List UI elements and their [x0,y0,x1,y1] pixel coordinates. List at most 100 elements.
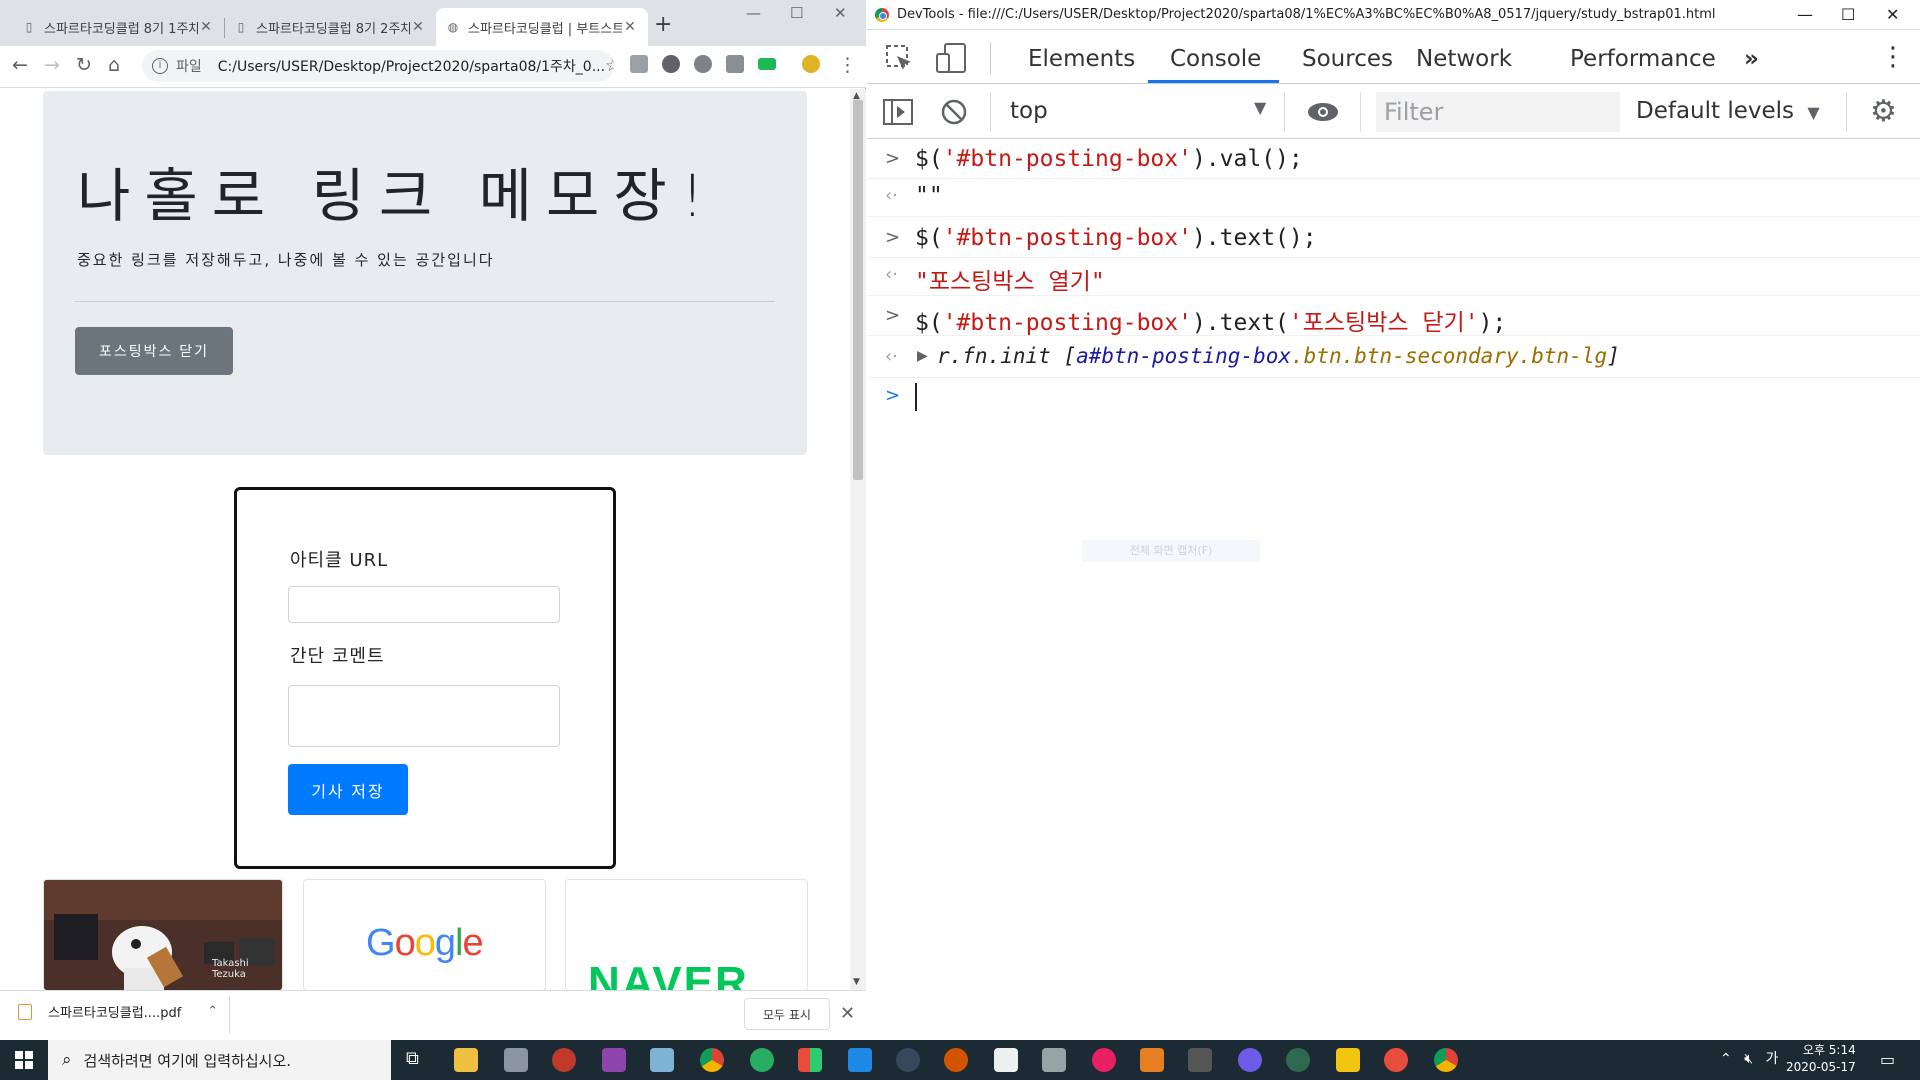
home-icon[interactable]: ⌂ [108,54,120,76]
maximize-icon[interactable]: ☐ [1841,5,1855,24]
page-title: 나홀로 링크 메모장! [77,162,719,230]
comment-textarea[interactable] [288,685,560,747]
minimize-icon[interactable]: — [746,4,761,22]
minimize-icon[interactable]: — [1797,5,1813,24]
output-arrow-icon: ‹· [885,264,898,285]
devtools-menu-icon[interactable]: ⋮ [1880,42,1906,72]
chrome-app-icon-active[interactable] [1434,1048,1458,1072]
prompt-chevron-icon: > [885,385,901,406]
start-button[interactable] [0,1040,48,1080]
task-view-icon[interactable]: ⧉ [406,1048,419,1069]
search-placeholder: 검색하려면 여기에 입력하십시오. [83,1051,292,1070]
taskbar-clock[interactable]: 오후 5:14 2020-05-17 [1786,1042,1856,1076]
profile-avatar[interactable] [802,55,820,73]
card-naver[interactable]: NAVER [565,879,808,990]
expand-triangle-icon[interactable]: ▶ [917,348,928,364]
volume-mute-icon[interactable]: 🔇︎ [1744,1051,1753,1067]
notifications-icon[interactable]: ▭ [1880,1050,1895,1069]
posting-box-toggle-button[interactable]: 포스팅박스 닫기 [75,327,233,375]
close-window-icon[interactable]: ✕ [834,4,847,22]
app-icon[interactable] [750,1048,774,1072]
tab-elements[interactable]: Elements [1028,46,1135,72]
article-url-input[interactable] [288,586,560,623]
vscode-icon[interactable] [848,1048,872,1072]
chrome-app-icon[interactable] [700,1048,724,1072]
terminal-icon[interactable] [1188,1048,1212,1072]
console-filter-input[interactable]: Filter [1376,92,1620,132]
app-icon[interactable] [798,1048,822,1072]
maximize-icon[interactable]: ☐ [790,4,803,22]
close-tab-icon[interactable]: ✕ [410,19,426,35]
console-output: "포스팅박스 열기" [915,269,1105,295]
inspect-element-icon[interactable] [885,44,915,74]
app-icon[interactable] [1042,1048,1066,1072]
context-selector[interactable]: top ▼ [1010,98,1270,126]
app-icon[interactable] [650,1048,674,1072]
tab-console[interactable]: Console [1170,46,1261,72]
show-all-downloads-button[interactable]: 모두 표시 [744,998,830,1030]
chrome-menu-icon[interactable]: ⋮ [838,54,857,76]
clear-console-icon[interactable] [940,98,968,126]
device-toolbar-icon[interactable] [935,42,969,74]
app-icon[interactable] [1384,1048,1408,1072]
forward-icon[interactable]: → [44,54,60,76]
scroll-down-icon[interactable]: ▼ [853,977,860,987]
extension-icon[interactable] [630,55,648,73]
output-bracket: [ [1063,344,1077,368]
skype-extension-icon[interactable] [662,55,680,73]
settings-app-icon[interactable] [552,1048,576,1072]
close-window-icon[interactable]: ✕ [1886,5,1899,24]
code-token: ).text(); [1191,225,1317,251]
app-icon[interactable] [1286,1048,1310,1072]
back-icon[interactable]: ← [12,54,28,76]
extension-icon[interactable] [726,55,744,73]
file-explorer-icon[interactable] [454,1048,478,1072]
tab-performance[interactable]: Performance [1570,46,1716,72]
app-icon[interactable] [1140,1048,1164,1072]
slack-icon[interactable] [1092,1048,1116,1072]
live-expression-eye-icon[interactable] [1306,100,1340,124]
dropdown-arrow-icon: ▼ [1807,103,1820,122]
browser-tab-3-active[interactable]: ◍ 스파르타코딩클럽 | 부트스트랩 ✕ [436,8,648,46]
tab-title: 스파르타코딩클럽 | 부트스트랩 [468,21,622,37]
card-thumbnail-1[interactable]: Takashi Tezuka [43,879,283,990]
console-prompt-line[interactable]: > [867,381,1920,417]
close-tab-icon[interactable]: ✕ [622,19,638,35]
powerpoint-icon[interactable] [944,1048,968,1072]
taskbar-search-box[interactable]: ⌕ 검색하려면 여기에 입력하십시오. [48,1040,391,1080]
chevron-up-icon[interactable]: ⌃ [207,1004,218,1019]
browser-tab-1[interactable]: ▯ 스파르타코딩클럽 8기 1주차 ✕ [12,8,224,46]
console-settings-gear-icon[interactable]: ⚙ [1870,94,1897,129]
console-input: $('#btn-posting-box').text('포스팅박스 닫기'); [915,303,1506,337]
card-google[interactable]: Google [303,879,546,990]
chevron-up-icon[interactable]: ⌃ [1720,1051,1732,1067]
code-token: ); [1478,310,1507,336]
extension-icon[interactable] [758,58,776,70]
code-token: $( [915,225,943,251]
address-bar[interactable]: i 파일 C:/Users/USER/Desktop/Project2020/s… [142,50,614,82]
tab-sources[interactable]: Sources [1302,46,1393,72]
ime-indicator[interactable]: 가 [1765,1051,1778,1067]
visual-studio-icon[interactable] [602,1048,626,1072]
close-tab-icon[interactable]: ✕ [198,19,214,35]
scrollbar-thumb[interactable] [853,100,863,480]
extension-icon[interactable] [694,55,712,73]
app-icon[interactable] [1336,1048,1360,1072]
app-icon[interactable] [1238,1048,1262,1072]
app-icon[interactable] [896,1048,920,1072]
reload-icon[interactable]: ↻ [76,54,92,76]
camera-app-icon[interactable] [504,1048,528,1072]
more-tabs-icon[interactable]: » [1744,46,1759,72]
app-icon[interactable] [994,1048,1018,1072]
show-sidebar-icon[interactable] [882,98,914,126]
browser-tab-2[interactable]: ▯ 스파르타코딩클럽 8기 2주차 ✕ [224,8,436,46]
download-item[interactable]: 스파르타코딩클럽....pdf ⌃ [18,1002,218,1021]
scroll-up-icon[interactable]: ▲ [853,91,860,101]
tab-network[interactable]: Network [1416,46,1512,72]
close-download-shelf-icon[interactable]: ✕ [840,1003,855,1024]
save-article-button[interactable]: 기사 저장 [288,764,408,815]
new-tab-icon[interactable]: + [654,12,672,37]
code-token: ).val(); [1191,146,1303,172]
info-icon[interactable]: i [152,58,168,74]
log-levels-dropdown[interactable]: Default levels ▼ [1636,98,1820,124]
